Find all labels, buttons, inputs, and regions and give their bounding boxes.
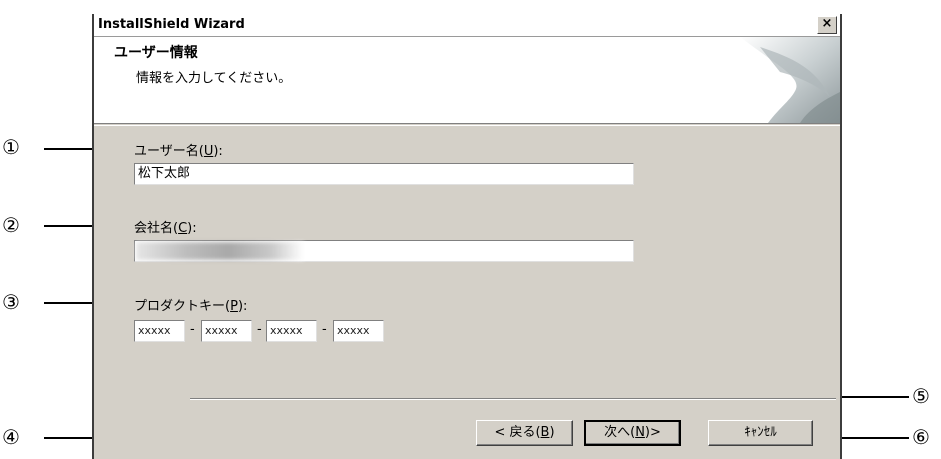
user-name-accel: U [203, 144, 214, 159]
product-key-accel-close: ): [237, 299, 248, 314]
product-key-label-text: プロダクトキー [134, 299, 226, 314]
user-name-label: ユーザー名(U): [134, 140, 223, 159]
product-key-dash-3: - [322, 322, 327, 337]
company-name-label-text: 会社名 [134, 221, 174, 236]
callout-6: ⑥ [912, 425, 930, 449]
close-icon: × [821, 16, 833, 31]
company-name-input[interactable] [134, 240, 634, 262]
product-key-label: プロダクトキー(P): [134, 295, 247, 314]
window-title: InstallShield Wizard [98, 17, 245, 32]
close-button[interactable]: × [817, 16, 837, 34]
button-area-separator [190, 398, 836, 400]
callout-2: ② [2, 213, 20, 237]
back-button-tail: ) [549, 425, 555, 440]
blurred-company-text [136, 242, 304, 260]
user-name-accel-close: ): [213, 144, 223, 159]
wizard-header: ユーザー情報 情報を入力してください。 [94, 37, 840, 126]
cancel-button-label: ｷｬﾝｾﾙ [744, 425, 777, 440]
back-button-label: < 戻る( [494, 425, 541, 440]
product-key-segment-2[interactable]: xxxxx [201, 320, 252, 342]
next-button[interactable]: 次へ(N)> [584, 420, 681, 446]
next-button-accel: N [635, 425, 645, 440]
back-button[interactable]: < 戻る(B) [476, 420, 573, 446]
installshield-dialog: InstallShield Wizard × ユーザー情報 情報を入力してくださ… [92, 14, 842, 459]
company-accel: C [178, 221, 188, 236]
page-subtitle: 情報を入力してください。 [136, 71, 292, 86]
next-button-label: 次へ( [604, 425, 636, 440]
callout-3: ③ [2, 290, 20, 314]
company-accel-close: ): [187, 221, 197, 236]
next-button-tail: )> [644, 425, 661, 440]
header-divider [94, 125, 840, 126]
user-name-input[interactable]: 松下太郎 [134, 163, 634, 185]
product-key-segment-4[interactable]: xxxxx [333, 320, 384, 342]
product-key-segment-1[interactable]: xxxxx [134, 320, 185, 342]
callout-1: ① [2, 135, 20, 159]
title-bar: InstallShield Wizard × [94, 14, 840, 37]
cancel-button[interactable]: ｷｬﾝｾﾙ [708, 420, 813, 446]
product-key-accel: P [230, 299, 238, 314]
product-key-dash-1: - [190, 322, 195, 337]
company-name-label: 会社名(C): [134, 217, 197, 236]
product-key-segment-3[interactable]: xxxxx [266, 320, 317, 342]
callout-4: ④ [2, 425, 20, 449]
header-page-curl-graphic [740, 37, 840, 123]
page-title: ユーザー情報 [114, 45, 198, 61]
callout-5: ⑤ [912, 384, 930, 408]
user-name-label-text: ユーザー名 [134, 144, 199, 159]
product-key-dash-2: - [257, 322, 262, 337]
